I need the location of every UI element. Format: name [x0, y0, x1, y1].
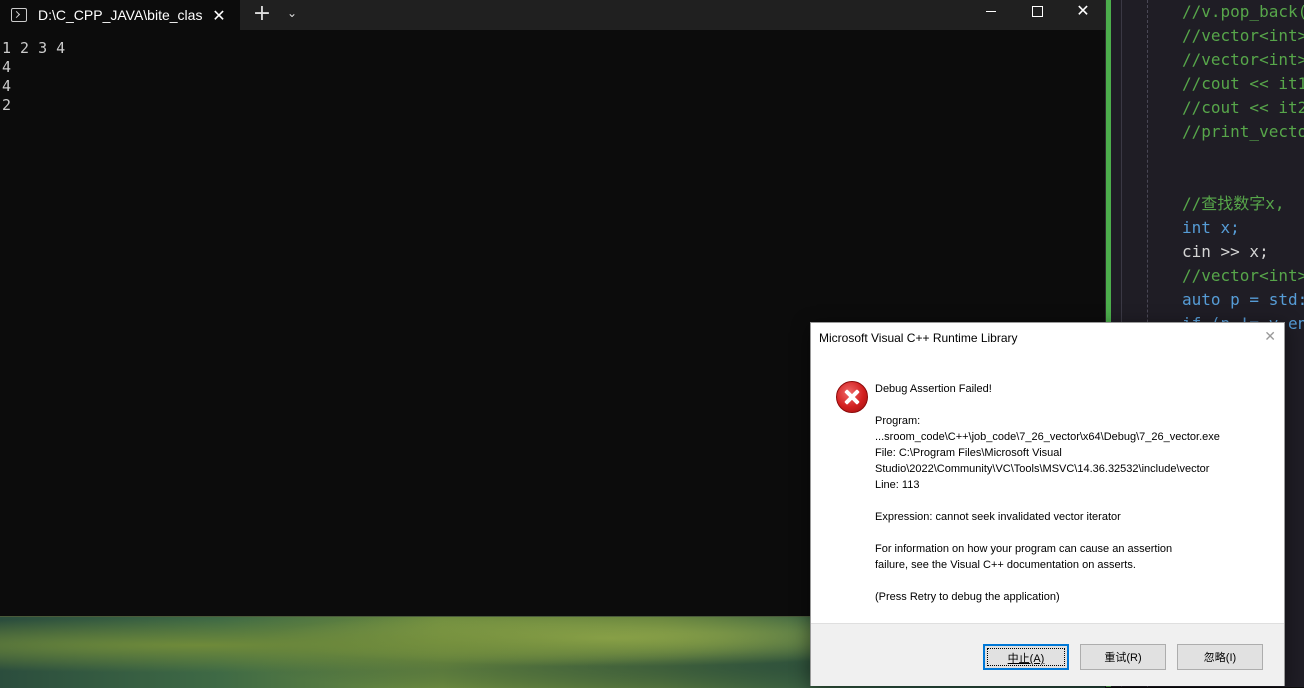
program-path: ...sroom_code\C++\job_code\7_26_vector\x…	[875, 431, 1220, 443]
minimize-icon	[986, 10, 996, 12]
console-line: 4	[2, 77, 12, 95]
tab-close-icon[interactable]: ✕	[209, 6, 229, 25]
assertion-dialog: Microsoft Visual C++ Runtime Library ✕ D…	[810, 322, 1285, 686]
change-indicator-bar	[1106, 0, 1111, 335]
file-line-2: Studio\2022\Community\VC\Tools\MSVC\14.3…	[875, 463, 1210, 475]
retry-hint: (Press Retry to debug the application)	[875, 591, 1060, 603]
focus-ring	[987, 648, 1065, 666]
expression-text: Expression: cannot seek invalidated vect…	[875, 511, 1121, 523]
info-line-2: failure, see the Visual C++ documentatio…	[875, 559, 1136, 571]
dialog-message: Debug Assertion Failed! Program: ...sroo…	[875, 381, 1220, 605]
dialog-title: Microsoft Visual C++ Runtime Library	[819, 331, 1018, 345]
code-line: //cout << it2	[1182, 98, 1304, 117]
dialog-footer: 中止(A) 重试(R) 忽略(I)	[811, 623, 1284, 686]
code-line: //vector<int>	[1182, 50, 1304, 69]
maximize-icon	[1031, 5, 1043, 17]
code-line: //print_vecto	[1182, 122, 1304, 141]
console-line: 2	[2, 96, 12, 114]
minimize-button[interactable]	[968, 0, 1014, 30]
maximize-button[interactable]	[1014, 0, 1060, 30]
program-label: Program:	[875, 415, 921, 427]
code-line: int x;	[1182, 218, 1240, 237]
dialog-body: Debug Assertion Failed! Program: ...sroo…	[811, 353, 1284, 623]
file-line-1: File: C:\Program Files\Microsoft Visual	[875, 447, 1062, 459]
code-line: //vector<int>	[1182, 26, 1304, 45]
new-tab-button[interactable]: +	[250, 3, 274, 27]
tab-dropdown-chevron-icon[interactable]: ⌄	[282, 6, 302, 24]
line-number: Line: 113	[875, 479, 920, 491]
error-icon	[836, 381, 868, 413]
code-line: //cout << it1	[1182, 74, 1304, 93]
console-output: 1 2 3 4 4 4 2	[2, 39, 65, 115]
terminal-tab[interactable]: D:\C_CPP_JAVA\bite_clas ✕	[0, 0, 240, 30]
window-close-button[interactable]: ✕	[1060, 0, 1106, 30]
retry-button[interactable]: 重试(R)	[1080, 644, 1166, 670]
code-line: //v.pop_back(	[1182, 2, 1304, 21]
info-line-1: For information on how your program can …	[875, 543, 1173, 555]
code-line: auto p = std:	[1182, 290, 1304, 309]
terminal-icon	[11, 8, 27, 22]
code-line: //查找数字x,	[1182, 194, 1285, 213]
code-line: cin >> x;	[1182, 242, 1269, 261]
console-line: 1 2 3 4	[2, 39, 66, 57]
ignore-button[interactable]: 忽略(I)	[1177, 644, 1263, 670]
console-line: 4	[2, 58, 12, 76]
dialog-close-icon[interactable]: ✕	[1264, 328, 1276, 345]
title-bar: D:\C_CPP_JAVA\bite_clas ✕ + ⌄ ✕	[0, 0, 1105, 30]
code-line: //vector<int>	[1182, 266, 1304, 285]
abort-button[interactable]: 中止(A)	[983, 644, 1069, 670]
tab-title: D:\C_CPP_JAVA\bite_clas	[38, 7, 203, 23]
message-heading: Debug Assertion Failed!	[875, 383, 992, 395]
